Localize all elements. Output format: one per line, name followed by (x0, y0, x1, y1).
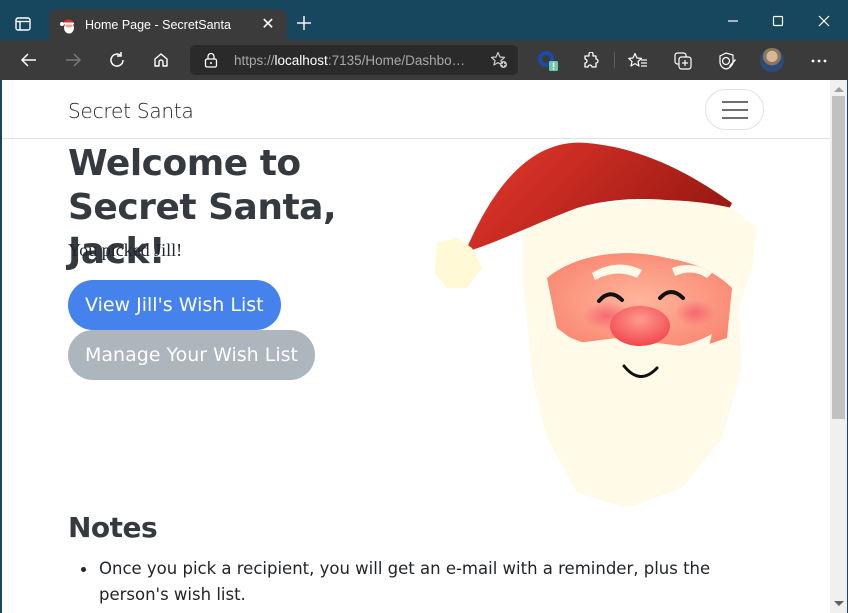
page-viewport: Secret Santa Welcome to Secret Santa, Ja… (2, 80, 830, 613)
new-tab-button[interactable] (296, 13, 312, 35)
more-icon[interactable] (808, 50, 830, 72)
manage-wishlist-button[interactable]: Manage Your Wish List (68, 330, 315, 380)
hamburger-icon-line (722, 101, 748, 103)
picked-recipient-text: You picked Jill! (68, 240, 183, 260)
home-icon[interactable] (148, 48, 174, 72)
tab-actions-icon[interactable] (14, 15, 32, 33)
maximize-button[interactable] (764, 10, 792, 32)
extension-badge-icon[interactable] (537, 50, 559, 72)
url-scheme: https:// (234, 52, 275, 68)
scroll-down-arrow-icon[interactable] (834, 601, 844, 606)
navbar-toggler-button[interactable] (705, 89, 764, 130)
minimize-button[interactable] (719, 10, 747, 32)
url-path: :7135/Home/Dashbo… (327, 52, 466, 68)
navbar-brand[interactable]: Secret Santa (68, 99, 194, 123)
close-window-button[interactable] (810, 10, 838, 32)
browser-essentials-icon[interactable] (716, 50, 738, 72)
browser-titlebar: Home Page - SecretSanta ✕ (0, 0, 848, 41)
scroll-up-arrow-icon[interactable] (834, 87, 844, 92)
url-text[interactable]: https://localhost:7135/Home/Dashbo… (234, 53, 490, 68)
favorites-icon[interactable] (627, 50, 649, 72)
view-wishlist-button[interactable]: View Jill's Wish List (68, 280, 281, 330)
hamburger-icon-line (722, 109, 748, 111)
toolbar-separator (614, 52, 615, 68)
notes-heading: Notes (68, 511, 158, 544)
scrollbar-thumb[interactable] (832, 96, 845, 419)
profile-avatar[interactable] (760, 48, 784, 72)
back-icon[interactable] (16, 48, 42, 72)
santa-favicon-icon (59, 16, 77, 34)
address-bar[interactable]: https://localhost:7135/Home/Dashbo… (190, 45, 518, 75)
extensions-icon[interactable] (580, 50, 602, 72)
collections-icon[interactable] (672, 50, 694, 72)
add-favorite-icon[interactable] (490, 51, 508, 69)
notes-list: Once you pick a recipient, you will get … (68, 556, 768, 608)
site-navbar: Secret Santa (2, 80, 830, 139)
santa-illustration (435, 142, 757, 508)
browser-toolbar: https://localhost:7135/Home/Dashbo… (0, 40, 848, 80)
notes-list-item: Once you pick a recipient, you will get … (68, 556, 768, 608)
page-scrollbar[interactable] (830, 80, 847, 613)
browser-tab-active[interactable]: Home Page - SecretSanta ✕ (49, 9, 287, 41)
refresh-icon[interactable] (104, 48, 130, 72)
url-host: localhost (274, 52, 328, 68)
tab-close-icon[interactable]: ✕ (255, 17, 281, 33)
hamburger-icon-line (722, 117, 748, 119)
forward-icon[interactable] (60, 48, 86, 72)
lock-icon[interactable] (204, 52, 218, 68)
santa-nose (610, 306, 670, 346)
tab-title: Home Page - SecretSanta (85, 18, 231, 32)
